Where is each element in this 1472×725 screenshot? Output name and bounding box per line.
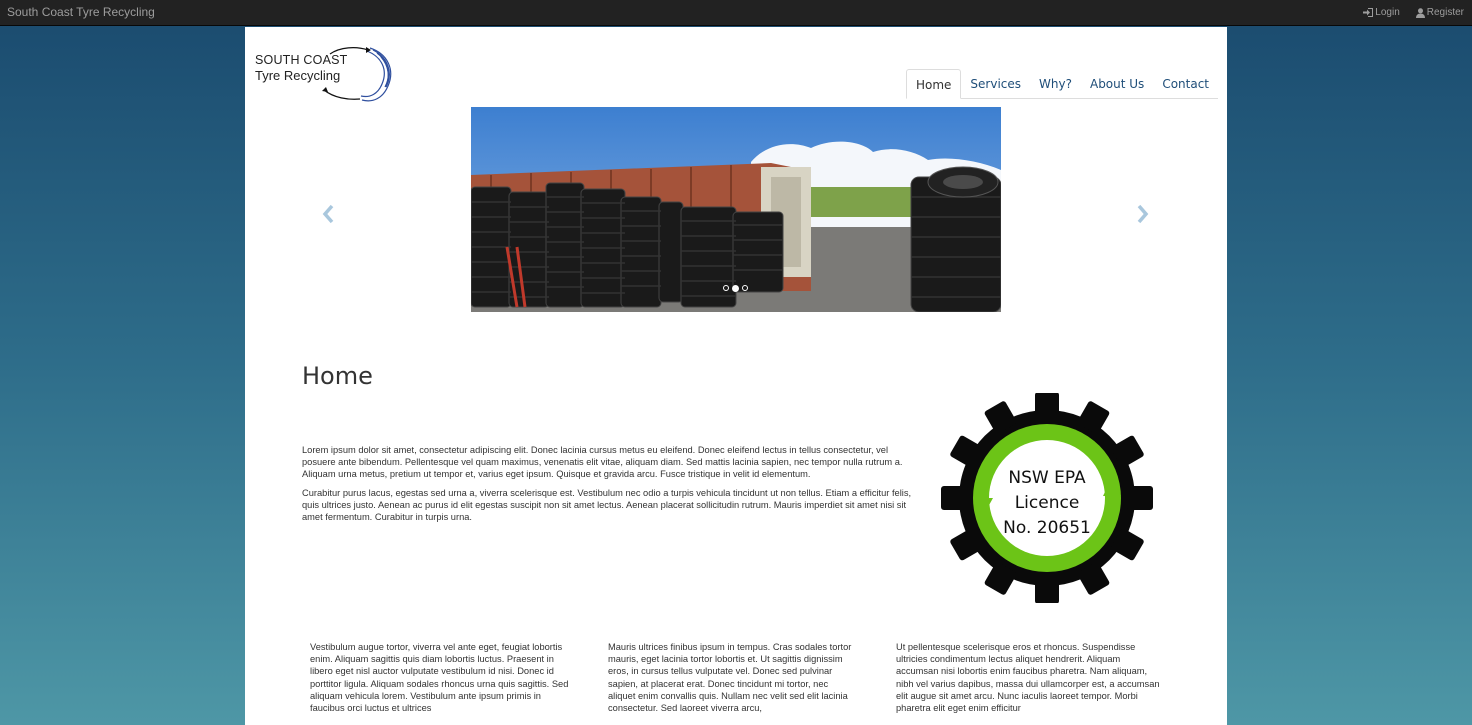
user-icon [1415, 7, 1425, 18]
carousel-next-button[interactable] [1135, 203, 1151, 225]
epa-licence-badge: NSW EPA Licence No. 20651 [941, 393, 1153, 603]
site-logo[interactable]: SOUTH COAST Tyre Recycling [255, 45, 392, 103]
badge-line-3: No. 20651 [1003, 518, 1091, 538]
intro-paragraph-1: Lorem ipsum dolor sit amet, consectetur … [302, 445, 903, 480]
intro-text: Lorem ipsum dolor sit amet, consectetur … [302, 444, 912, 529]
register-label: Register [1426, 7, 1464, 18]
brand-link[interactable]: South Coast Tyre Recycling [7, 5, 155, 19]
tab-home[interactable]: Home [905, 69, 962, 99]
tab-why[interactable]: Why? [1030, 69, 1081, 98]
page-title: Home [302, 362, 373, 390]
badge-line-2: Licence [1015, 493, 1080, 513]
register-link[interactable]: Register [1415, 7, 1464, 18]
carousel-indicator-1[interactable] [723, 285, 729, 291]
column-text-2: Mauris ultrices finibus ipsum in tempus.… [608, 642, 852, 714]
login-icon [1363, 8, 1374, 17]
tab-about-us[interactable]: About Us [1081, 69, 1153, 98]
tab-services[interactable]: Services [961, 69, 1030, 98]
tyre-stacks-photo [471, 107, 1001, 312]
account-links: Login Register [1363, 7, 1464, 18]
column-text-3: Ut pellentesque scelerisque eros et rhon… [896, 642, 1160, 714]
image-carousel[interactable] [471, 107, 1001, 312]
column-text-1: Vestibulum augue tortor, viverra vel ant… [310, 642, 569, 714]
chevron-left-icon [322, 204, 334, 224]
login-label: Login [1375, 7, 1400, 18]
page-container: SOUTH COAST Tyre Recycling Home Services… [245, 27, 1227, 725]
tyre-swirl-icon [322, 47, 392, 102]
badge-line-1: NSW EPA [1008, 468, 1086, 488]
chevron-right-icon [1137, 204, 1149, 224]
carousel-indicator-2[interactable] [732, 285, 739, 292]
carousel-indicator-3[interactable] [742, 285, 748, 291]
carousel-indicators [723, 285, 748, 292]
top-navbar: South Coast Tyre Recycling Login Registe… [0, 0, 1472, 26]
login-link[interactable]: Login [1363, 7, 1400, 18]
carousel-prev-button[interactable] [320, 203, 336, 225]
intro-paragraph-2: Curabitur purus lacus, egestas sed urna … [302, 487, 912, 523]
main-nav: Home Services Why? About Us Contact [905, 69, 1218, 99]
tab-contact[interactable]: Contact [1153, 69, 1218, 98]
feature-columns: Vestibulum augue tortor, viverra vel ant… [310, 641, 1170, 714]
